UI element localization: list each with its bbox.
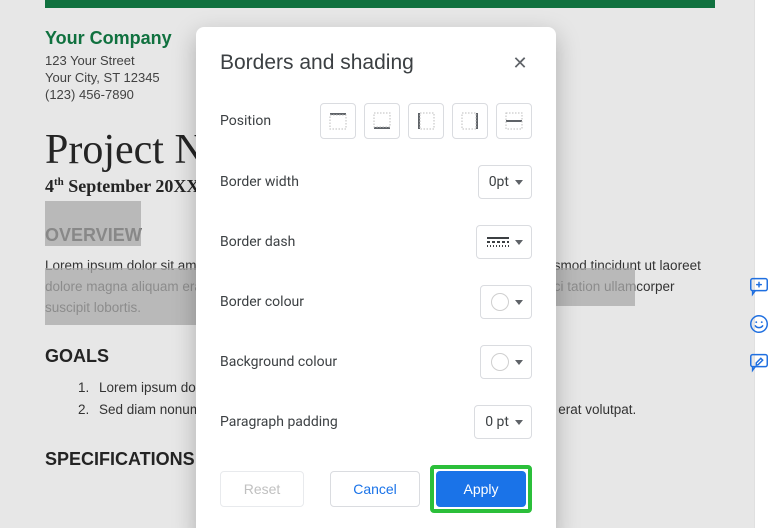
chevron-down-icon (515, 420, 523, 425)
border-colour-dropdown[interactable] (480, 285, 532, 319)
side-rail (753, 270, 777, 384)
dialog-title: Borders and shading (220, 51, 414, 75)
paragraph-padding-dropdown[interactable]: 0 pt (474, 405, 532, 439)
apply-button[interactable]: Apply (436, 471, 526, 507)
paragraph-padding-label: Paragraph padding (220, 414, 338, 430)
background-colour-label: Background colour (220, 354, 337, 370)
dash-sample-icon (487, 237, 509, 247)
border-dash-label: Border dash (220, 234, 295, 250)
border-width-value: 0pt (489, 174, 509, 190)
cancel-button[interactable]: Cancel (330, 471, 420, 507)
border-width-dropdown[interactable]: 0pt (478, 165, 532, 199)
suggest-edit-icon[interactable] (743, 346, 775, 378)
chevron-down-icon (515, 300, 523, 305)
chevron-down-icon (515, 180, 523, 185)
border-colour-label: Border colour (220, 294, 304, 310)
paragraph-padding-value: 0 pt (485, 414, 509, 430)
position-top-button[interactable] (320, 103, 356, 139)
colour-swatch (491, 353, 509, 371)
border-dash-dropdown[interactable] (476, 225, 532, 259)
borders-shading-dialog: Borders and shading ✕ Position (196, 27, 556, 528)
border-width-label: Border width (220, 174, 299, 190)
reset-button[interactable]: Reset (220, 471, 304, 507)
position-group (320, 103, 532, 139)
position-label: Position (220, 113, 271, 129)
position-left-button[interactable] (408, 103, 444, 139)
colour-swatch (491, 293, 509, 311)
apply-highlight: Apply (430, 465, 532, 513)
position-right-button[interactable] (452, 103, 488, 139)
add-comment-icon[interactable] (743, 270, 775, 302)
emoji-icon[interactable] (743, 308, 775, 340)
position-between-button[interactable] (496, 103, 532, 139)
chevron-down-icon (515, 240, 523, 245)
close-icon[interactable]: ✕ (508, 51, 532, 75)
background-colour-dropdown[interactable] (480, 345, 532, 379)
chevron-down-icon (515, 360, 523, 365)
position-bottom-button[interactable] (364, 103, 400, 139)
